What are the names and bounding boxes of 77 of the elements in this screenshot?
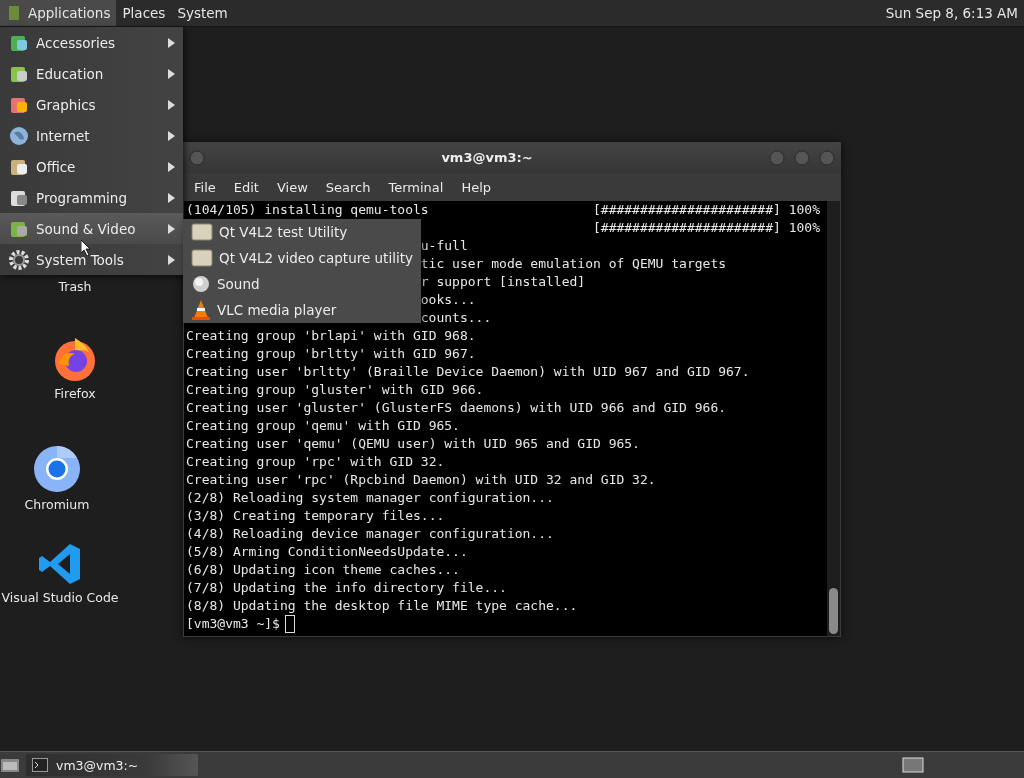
terminal-line: (5/8) Arming ConditionNeedsUpdate... (186, 543, 468, 561)
submenu-arrow-icon (168, 99, 175, 110)
terminal-line: Creating user 'brltty' (Braille Device Daemon) with UID 967 and GID 967. (186, 363, 750, 381)
menu-item[interactable]: Graphics (0, 89, 183, 120)
traffic-cone-icon (191, 299, 211, 321)
terminal-line: ooks... (420, 291, 476, 309)
menubar-item[interactable]: File (185, 179, 225, 195)
menubar-item[interactable]: Edit (224, 179, 268, 195)
menu-item[interactable]: Education (0, 58, 183, 89)
submenu-arrow-icon (168, 161, 175, 172)
panel-menu[interactable]: Places (116, 0, 172, 26)
shell-prompt: [vm3@vm3 ~]$ (186, 615, 280, 633)
submenu-arrow-icon (168, 68, 175, 79)
submenu-arrow-icon (168, 223, 175, 234)
menu-item[interactable]: Qt V4L2 test Utility (183, 219, 421, 245)
terminal-line: (3/8) Creating temporary files... (186, 507, 445, 525)
submenu-arrow-icon (168, 130, 175, 141)
menubar-item[interactable]: Terminal (379, 179, 453, 195)
terminal-line: Creating user 'qemu' (QEMU user) with UID 965 and GID 965. (186, 435, 640, 453)
terminal-line: Creating group 'gluster' with GID 966. (186, 381, 484, 399)
terminal-line: Creating group 'brltty' with GID 967. (186, 345, 476, 363)
terminal-line: u-full (420, 237, 468, 255)
terminal-line: Creating group 'brlapi' with GID 968. (186, 327, 476, 345)
app-window-icon (191, 223, 213, 241)
menu-item[interactable]: Office (0, 151, 183, 182)
desktop-icon-label[interactable]: Trash (58, 279, 92, 294)
menu-item[interactable]: Internet (0, 120, 183, 151)
menu-item[interactable]: Accessories (0, 27, 183, 58)
desktop-icon-label[interactable]: Chromium (24, 497, 90, 512)
window-buttons-icon[interactable] (769, 149, 835, 166)
menu-item[interactable]: Sound (183, 271, 421, 297)
terminal-line: (2/8) Reloading system manager configuration... (186, 489, 554, 507)
menu-item[interactable]: System Tools (0, 244, 183, 275)
globe-icon (8, 124, 30, 147)
desktop-icon-label[interactable]: Firefox (54, 386, 96, 401)
chromium-icon (33, 445, 81, 493)
app-window-icon (191, 249, 213, 267)
terminal-line: counts... (420, 309, 492, 327)
panel-menu[interactable]: Applications (0, 0, 117, 26)
terminal-line: (6/8) Updating icon theme caches... (186, 561, 460, 579)
speaker-icon (191, 274, 211, 294)
terminal-line: Creating group 'qemu' with GID 965. (186, 417, 460, 435)
terminal-line: tic user mode emulation of QEMU targets (420, 255, 727, 273)
progress-text: [######################] 100% (593, 201, 820, 219)
show-desktop-icon[interactable] (0, 756, 20, 774)
text-cursor (284, 615, 295, 633)
terminal-line: r support [installed] (420, 273, 586, 291)
window-title: vm3@vm3:~ (441, 150, 533, 165)
submenu-arrow-icon (168, 37, 175, 48)
submenu-arrow-icon (168, 254, 175, 265)
terminal-line: Creating user 'gluster' (GlusterFS daemons) with UID 966 and GID 966. (186, 399, 727, 417)
scrollbar[interactable] (827, 201, 840, 636)
progress-text: [######################] 100% (593, 219, 820, 237)
menu-item[interactable]: Qt V4L2 video capture utility (183, 245, 421, 271)
terminal-line: (4/8) Reloading device manager configuration... (186, 525, 554, 543)
menu-item[interactable]: Sound & Video (0, 213, 183, 244)
panel-menu[interactable]: System (171, 0, 234, 26)
task-button[interactable]: vm3@vm3:~ (26, 754, 198, 776)
submenu-arrow-icon (168, 192, 175, 203)
terminal-icon (32, 758, 48, 772)
terminal-line: (7/8) Updating the info directory file... (186, 579, 507, 597)
menu-item[interactable]: Programming (0, 182, 183, 213)
workspace-switcher-icon[interactable] (902, 757, 924, 773)
terminal-line: Creating user 'rpc' (Rpcbind Daemon) with UID 32 and GID 32. (186, 471, 656, 489)
terminal-line: Creating group 'rpc' with GID 32. (186, 453, 445, 471)
mouse-pointer-icon (81, 240, 91, 256)
menubar-item[interactable]: View (267, 179, 317, 195)
desktop-icon-label[interactable]: Visual Studio Code (1, 590, 119, 605)
code-editor-icon (38, 542, 82, 586)
menubar-item[interactable]: Search (316, 179, 380, 195)
menubar-item[interactable]: Help (452, 179, 501, 195)
menu-item[interactable]: VLC media player (183, 297, 421, 323)
window-menu-icon[interactable] (189, 149, 205, 166)
gear-icon (8, 248, 30, 271)
terminal-line: (104/105) installing qemu-tools (186, 201, 430, 219)
terminal-line: (8/8) Updating the desktop file MIME type cache... (186, 597, 578, 615)
clock[interactable]: Sun Sep 8, 6:13 AM (885, 5, 1024, 21)
